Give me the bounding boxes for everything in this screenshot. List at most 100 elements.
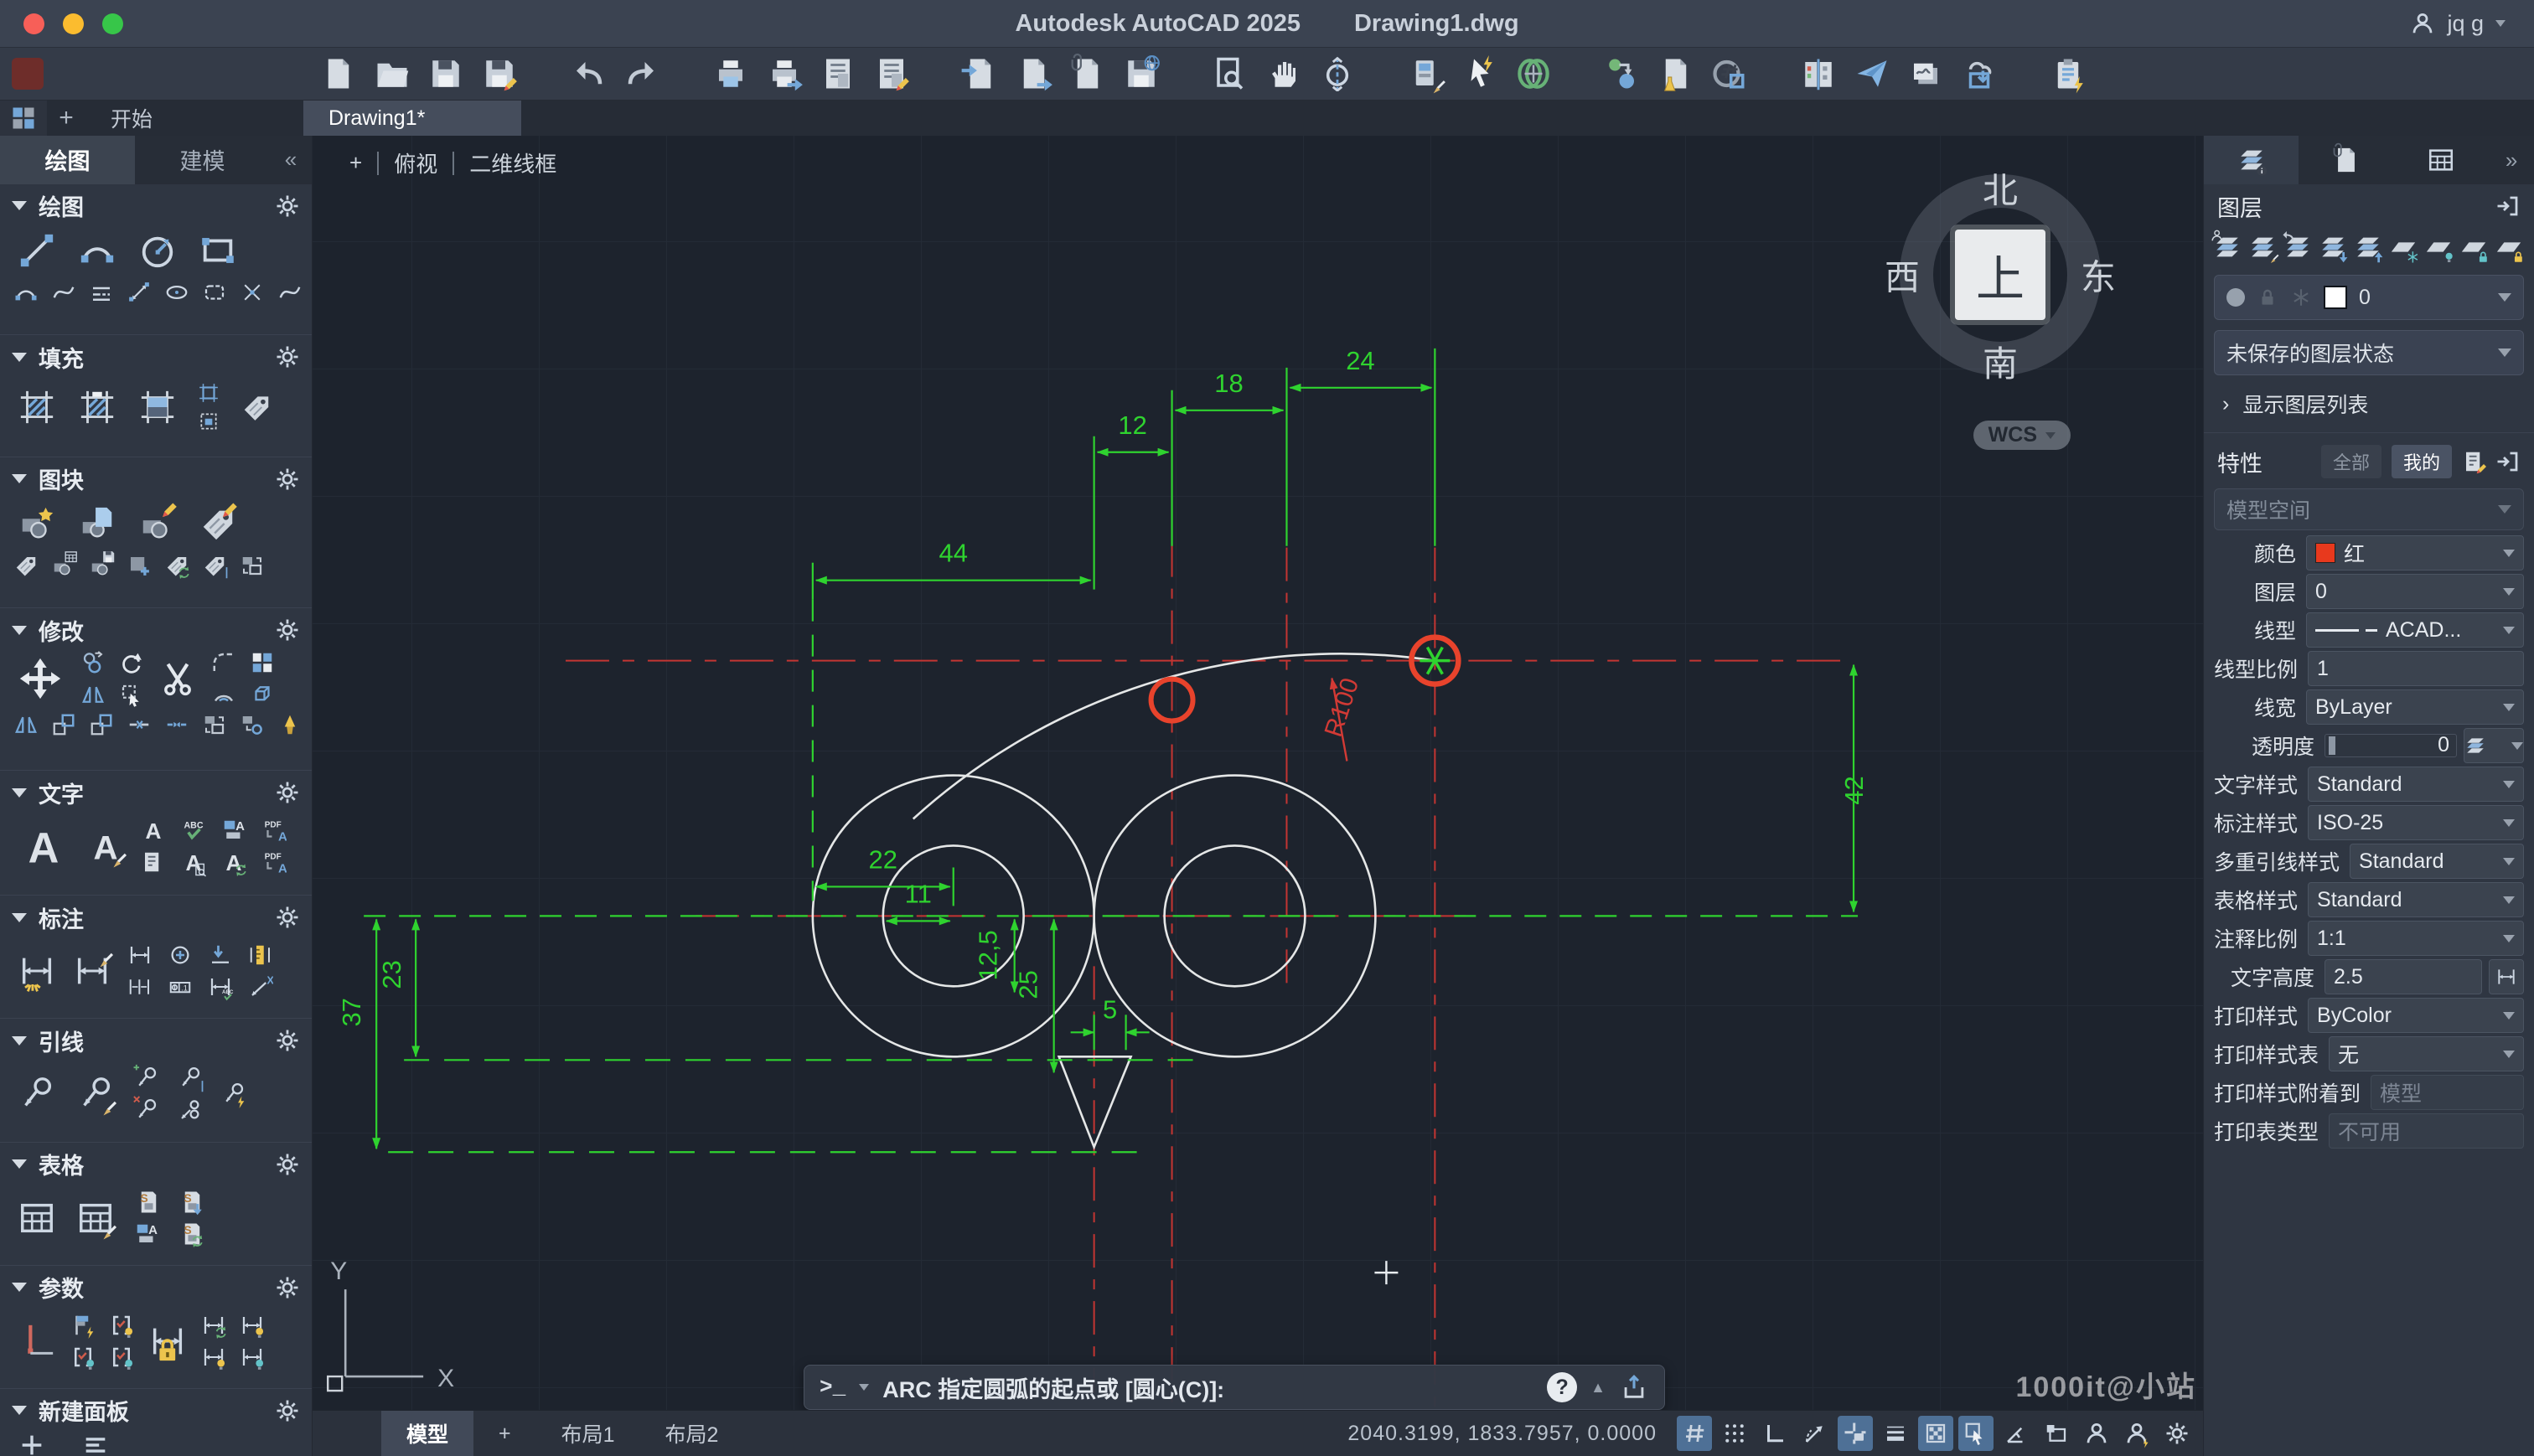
- dim-bulb-tool[interactable]: [240, 1313, 265, 1338]
- boundary-tool[interactable]: [198, 382, 220, 404]
- table-edit-tool[interactable]: [75, 1199, 116, 1237]
- tab-modeling[interactable]: 建模: [135, 136, 270, 184]
- share-icon[interactable]: [1619, 1373, 1649, 1402]
- layer-off-icon[interactable]: [2423, 233, 2454, 261]
- collapse-panel-button[interactable]: «: [270, 136, 312, 184]
- text-columns-tool[interactable]: [221, 818, 246, 843]
- orbit-button[interactable]: [1319, 56, 1356, 91]
- view-control[interactable]: 俯视: [379, 147, 452, 178]
- remove-leader-tool[interactable]: [134, 1097, 159, 1123]
- text-style-dropdown[interactable]: Standard: [2308, 767, 2524, 802]
- layer-selector[interactable]: 0: [2214, 275, 2524, 320]
- section-caret-icon[interactable]: [12, 1035, 27, 1046]
- linear-constraint-tool[interactable]: [17, 1322, 57, 1360]
- compass-east[interactable]: 东: [2081, 250, 2116, 301]
- new-document-tab-button[interactable]: +: [47, 101, 85, 136]
- gear-icon[interactable]: [275, 780, 300, 805]
- pin-panel-icon[interactable]: [2495, 449, 2521, 474]
- app-grid-icon[interactable]: [0, 101, 47, 136]
- redo-button[interactable]: [623, 56, 660, 91]
- interface-settings-button[interactable]: [1408, 56, 1445, 91]
- share-drawing-button[interactable]: [1854, 56, 1890, 91]
- command-text[interactable]: ARC 指定圆弧的起点或 [圆心(C)]:: [882, 1371, 1533, 1404]
- sync-constraint-tool[interactable]: [201, 1313, 226, 1338]
- fillet-tool[interactable]: [211, 650, 236, 675]
- arc-tool[interactable]: [77, 231, 117, 270]
- dim-bulb-teal-tool[interactable]: [240, 1345, 265, 1370]
- text-align-tool[interactable]: [141, 849, 166, 875]
- dynamic-input-toggle[interactable]: [1999, 1416, 2034, 1451]
- action-recorder-button[interactable]: [2050, 56, 2087, 91]
- solid-edit-tool[interactable]: [51, 712, 76, 737]
- find-text-tool[interactable]: [181, 849, 206, 875]
- gear-icon[interactable]: [275, 617, 300, 643]
- dimension-check-tool[interactable]: [208, 974, 233, 999]
- hatch-tool[interactable]: [17, 388, 57, 426]
- annotation-scale-toggle[interactable]: [2119, 1416, 2154, 1451]
- section-caret-icon[interactable]: [12, 1283, 27, 1293]
- compass-north[interactable]: 北: [1983, 163, 2018, 214]
- constraint-bulb-tool[interactable]: [109, 1313, 134, 1338]
- customization-gear[interactable]: [2159, 1416, 2195, 1451]
- viewcube-top-face[interactable]: 上: [1955, 230, 2045, 320]
- save-to-web-button[interactable]: [1123, 56, 1160, 91]
- layer-lock-icon[interactable]: [2459, 233, 2489, 261]
- line-tool[interactable]: [17, 231, 57, 270]
- tab-drawing1[interactable]: Drawing1*: [303, 101, 521, 136]
- show-layer-list[interactable]: › 显示图层列表: [2204, 380, 2534, 427]
- drawing-compare-button[interactable]: [1800, 56, 1837, 91]
- mleader-style-dropdown[interactable]: Standard: [2350, 844, 2524, 879]
- snap-toggle[interactable]: [1717, 1416, 1752, 1451]
- measure-tool[interactable]: [127, 280, 152, 305]
- isolate-objects-toggle[interactable]: [2039, 1416, 2074, 1451]
- linetype-dropdown[interactable]: ACAD...: [2306, 612, 2524, 648]
- section-caret-icon[interactable]: [12, 474, 27, 484]
- solid-tag-tool[interactable]: [240, 391, 273, 423]
- rectangle-tool[interactable]: [198, 231, 238, 270]
- align-tool[interactable]: [13, 712, 39, 737]
- mtext-tool[interactable]: [17, 822, 70, 870]
- align-leaders-tool[interactable]: [178, 1066, 203, 1091]
- extract-tool[interactable]: [240, 712, 265, 737]
- define-attribute-tool[interactable]: [13, 553, 39, 578]
- layer-freeze-state-icon[interactable]: [2290, 287, 2312, 308]
- expand-command-icon[interactable]: ▲: [1590, 1379, 1606, 1397]
- layer-unlock-icon[interactable]: [2494, 233, 2524, 261]
- gear-icon[interactable]: [275, 194, 300, 219]
- filter-all-button[interactable]: 全部: [2320, 445, 2381, 478]
- count-button[interactable]: [1711, 56, 1748, 91]
- insert-block-tool[interactable]: [17, 504, 57, 543]
- layer-isolate-icon[interactable]: [2318, 233, 2348, 261]
- tab-model[interactable]: 模型: [381, 1411, 474, 1456]
- text-case-tool[interactable]: [221, 849, 246, 875]
- layer-properties-icon[interactable]: [2212, 233, 2242, 261]
- new-drawing-button[interactable]: [320, 56, 357, 91]
- single-text-tool[interactable]: [141, 818, 166, 843]
- jogged-dimension-tool[interactable]: [208, 942, 233, 968]
- erase-tool[interactable]: [277, 712, 303, 737]
- drawing-canvas[interactable]: + 俯视 二维线框 上 北 南 西 东 WCS 12 18 24 44 22 1…: [313, 136, 2203, 1411]
- layer-freeze-icon[interactable]: [2388, 233, 2418, 261]
- add-tool-button[interactable]: [17, 1431, 47, 1456]
- layer-previous-icon[interactable]: [2283, 233, 2313, 261]
- color-dropdown[interactable]: 红: [2306, 535, 2524, 571]
- panel-menu-button[interactable]: [80, 1431, 111, 1456]
- multiline-tool[interactable]: [89, 280, 114, 305]
- arc-continue-tool[interactable]: [13, 280, 39, 305]
- table-export-tool[interactable]: [134, 1190, 159, 1215]
- table-style-dropdown[interactable]: Standard: [2308, 882, 2524, 917]
- gear-icon[interactable]: [275, 905, 300, 930]
- center-mark-tool[interactable]: [168, 942, 193, 968]
- manage-attributes-tool[interactable]: [202, 553, 227, 578]
- layer-unisolate-icon[interactable]: [2353, 233, 2383, 261]
- transparency-toggle[interactable]: [1918, 1416, 1953, 1452]
- layer-dropdown[interactable]: 0: [2306, 574, 2524, 609]
- pick-text-height-button[interactable]: [2488, 959, 2524, 994]
- pdf-import-text-tool[interactable]: [261, 818, 287, 843]
- break-tool[interactable]: [127, 712, 152, 737]
- layer-color-swatch[interactable]: [2324, 286, 2347, 309]
- plot-button[interactable]: [712, 56, 749, 91]
- command-history-caret[interactable]: [859, 1384, 870, 1391]
- annotation-scale-dropdown[interactable]: 1:1: [2308, 921, 2524, 956]
- tolerance-tool[interactable]: [168, 974, 193, 999]
